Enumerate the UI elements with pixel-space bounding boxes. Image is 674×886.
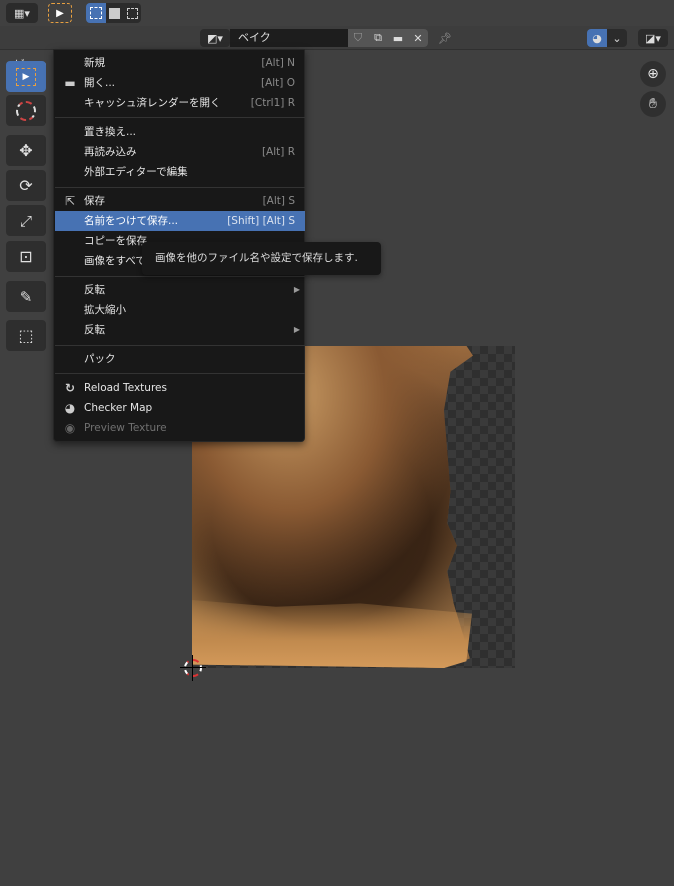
image-editor-icon: ▦▾ (14, 6, 30, 20)
menu-item-invert[interactable]: 反転 ▶ (55, 320, 305, 340)
overlay-dropdown[interactable]: ⌄ (607, 29, 627, 47)
tool-annotate[interactable]: ✎ (6, 281, 46, 312)
hand-icon: ✋︎ (649, 96, 657, 112)
submenu-arrow-icon: ▶ (293, 285, 300, 294)
display-channels-button[interactable]: ◪▾ (638, 29, 668, 47)
image-name-field[interactable]: ベイク (230, 29, 348, 47)
select-subtract-icon (126, 7, 138, 19)
open-image-button[interactable]: ▬ (388, 29, 408, 47)
duplicate-icon: ⧉ (374, 31, 382, 44)
menu-item-flip[interactable]: 反転 ▶ (55, 280, 305, 300)
select-mode-button[interactable]: ▶ (48, 3, 72, 23)
select-box-icon (90, 7, 102, 19)
close-icon: ✕ (413, 31, 423, 45)
unlink-image-button[interactable]: ✕ (408, 29, 428, 47)
select-box-icon: ▶ (16, 67, 36, 86)
folder-icon: ▬ (392, 31, 404, 45)
image-icon: ◩▾ (207, 31, 223, 45)
menu-item-resize[interactable]: 拡大縮小 (55, 300, 305, 320)
tool-transform[interactable]: ⊡ (6, 241, 46, 272)
menu-separator (55, 373, 305, 374)
2d-cursor-icon[interactable] (180, 655, 206, 681)
eye-icon: ◉ (64, 421, 76, 435)
menu-item-open-cached-render[interactable]: キャッシュ済レンダーを開く [Ctrl1] R (55, 93, 305, 113)
fake-user-button[interactable]: ⛉ (348, 29, 368, 47)
transform-icon: ⊡ (19, 247, 33, 266)
overlay-toggle[interactable]: ◕ (587, 29, 607, 47)
editor-type-button[interactable]: ▦▾ (6, 3, 38, 23)
annotate-icon: ✎ (19, 287, 33, 306)
menu-item-reload-textures[interactable]: ↻ Reload Textures (55, 378, 305, 398)
checker-icon: ◕ (64, 401, 76, 415)
tool-move[interactable]: ✥ (6, 135, 46, 166)
menu-separator (55, 276, 305, 277)
tool-sample[interactable]: ⬚ (6, 320, 46, 351)
menu-item-new[interactable]: 新規 [Alt] N (55, 53, 305, 73)
submenu-arrow-icon: ▶ (293, 325, 300, 334)
chevron-down-icon: ⌄ (612, 31, 622, 45)
menu-separator (55, 187, 305, 188)
texture-bottom-detail (192, 600, 472, 668)
zoom-button[interactable]: ⊕ (640, 61, 666, 87)
reload-icon: ↻ (64, 381, 76, 395)
select-new-button[interactable] (86, 3, 106, 23)
pin-icon: 📌︎ (438, 31, 452, 45)
select-extend-icon (109, 7, 120, 19)
menu-item-checker-map[interactable]: ◕ Checker Map (55, 398, 305, 418)
pan-button[interactable]: ✋︎ (640, 91, 666, 117)
select-extend-button[interactable] (106, 3, 123, 23)
cursor-icon: ▶ (56, 7, 64, 19)
image-channels-icon: ◪▾ (645, 31, 661, 45)
tooltip: 画像を他のファイル名や設定で保存します. (142, 242, 381, 275)
scale-icon: ⤢ (19, 211, 32, 230)
tool-cursor[interactable] (6, 95, 46, 126)
move-icon: ✥ (19, 141, 33, 160)
cursor-tool-icon (16, 100, 36, 121)
new-image-button[interactable]: ⧉ (368, 29, 388, 47)
tool-scale[interactable]: ⤢ (6, 205, 46, 236)
menu-separator (55, 117, 305, 118)
menu-separator (55, 345, 305, 346)
box-icon: ⬚ (18, 326, 34, 345)
select-subtract-button[interactable] (123, 3, 141, 23)
menu-item-preview-texture: ◉ Preview Texture (64, 421, 167, 435)
menu-item-reload[interactable]: 再読み込み [Alt] R (55, 142, 305, 162)
menu-item-save[interactable]: ⇱ 保存 [Alt] S (55, 191, 305, 211)
menu-item-open[interactable]: ▬ 開く... [Alt] O (55, 73, 305, 93)
menu-item-save-as[interactable]: 名前をつけて保存... [Shift] [Alt] S (55, 211, 305, 231)
menu-item-edit-externally[interactable]: 外部エディターで編集 (55, 162, 305, 182)
menu-item-pack[interactable]: パック (55, 349, 305, 369)
shield-icon: ⛉ (353, 31, 363, 44)
menu-item-replace[interactable]: 置き換え... (55, 122, 305, 142)
tool-select[interactable]: ▶ (6, 61, 46, 92)
top-toolbar: ▦▾ ▶ (0, 0, 674, 26)
pin-button[interactable]: 📌︎ (436, 29, 454, 47)
rotate-icon: ⟳ (19, 176, 33, 195)
image-browse-button[interactable]: ◩▾ (200, 29, 230, 47)
zoom-in-icon: ⊕ (647, 66, 659, 82)
editor-header: ビュー 画像 ◩▾ ベイク ⛉ ⧉ ▬ ✕ 📌︎ ◕ ⌄ ◪▾ (0, 26, 674, 74)
tool-rotate[interactable]: ⟳ (6, 170, 46, 201)
folder-icon: ▬ (64, 76, 76, 90)
save-icon: ⇱ (64, 194, 76, 208)
overlay-icon: ◕ (592, 31, 602, 45)
